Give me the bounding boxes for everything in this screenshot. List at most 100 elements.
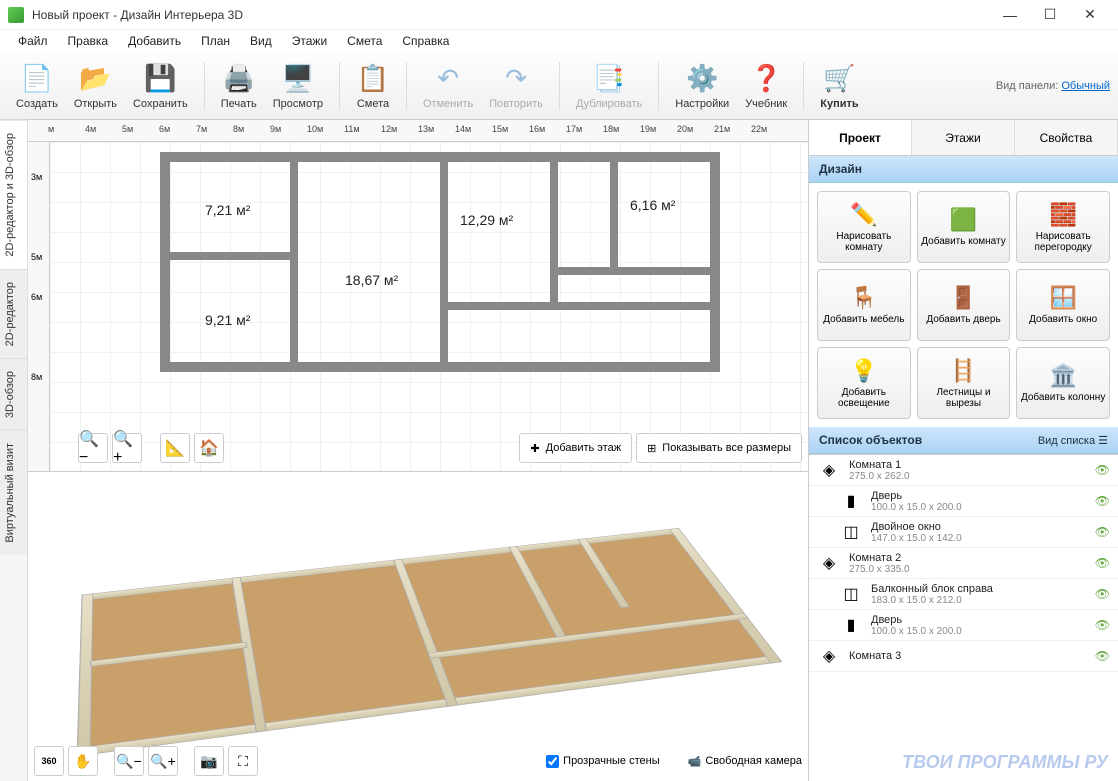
canvas-2d[interactable]: 7,21 м² 18,67 м² 12,29 м² 6,16 м² 9,21 м… xyxy=(50,142,808,471)
stairs-icon: 🪜 xyxy=(950,358,977,384)
zoom-in-3d-button[interactable]: 🔍+ xyxy=(148,746,178,776)
tutorial-button[interactable]: ❓Учебник xyxy=(737,60,795,112)
buy-button[interactable]: 🛒Купить xyxy=(812,60,866,112)
cart-icon: 🛒 xyxy=(822,62,856,96)
add-floor-button[interactable]: ✚Добавить этаж xyxy=(519,433,632,463)
rotate-360-button[interactable]: 360 xyxy=(34,746,64,776)
object-icon: ◈ xyxy=(817,644,841,668)
list-item[interactable]: ◫Балконный блок справа183.0 x 15.0 x 212… xyxy=(809,579,1118,610)
object-list[interactable]: ◈Комната 1275.0 x 262.0👁▮Дверь100.0 x 15… xyxy=(809,454,1118,781)
visibility-icon[interactable]: 👁 xyxy=(1095,618,1110,632)
panel-mode: Вид панели: Обычный xyxy=(996,80,1110,92)
print-button[interactable]: 🖨️Печать xyxy=(213,60,265,112)
pan-button[interactable]: ✋ xyxy=(68,746,98,776)
list-item[interactable]: ◈Комната 3👁 xyxy=(809,641,1118,672)
print-icon: 🖨️ xyxy=(222,62,256,96)
visibility-icon[interactable]: 👁 xyxy=(1095,556,1110,570)
stairs-button[interactable]: 🪜Лестницы и вырезы xyxy=(917,347,1011,419)
menu-floors[interactable]: Этажи xyxy=(282,32,337,50)
minimize-button[interactable]: — xyxy=(990,1,1030,29)
vtab-virtual[interactable]: Виртуальный визит xyxy=(0,430,27,555)
add-room-button[interactable]: 🟩Добавить комнату xyxy=(917,191,1011,263)
object-icon: ◈ xyxy=(817,458,841,482)
object-name: Дверь xyxy=(871,614,1087,626)
canvas-3d[interactable]: 360 ✋ 🔍− 🔍+ 📷 ⛶ Прозрачные стены 📹 Свобо… xyxy=(28,471,808,781)
document-icon: 📄 xyxy=(20,62,54,96)
add-square-icon: 🟩 xyxy=(950,207,977,233)
menu-add[interactable]: Добавить xyxy=(118,32,191,50)
tab-project[interactable]: Проект xyxy=(809,120,912,155)
list-item[interactable]: ◈Комната 1275.0 x 262.0👁 xyxy=(809,455,1118,486)
preview-button[interactable]: 🖥️Просмотр xyxy=(265,60,331,112)
visibility-icon[interactable]: 👁 xyxy=(1095,494,1110,508)
show-dimensions-button[interactable]: ⊞Показывать все размеры xyxy=(636,433,802,463)
vtab-2d-3d[interactable]: 2D-редактор и 3D-обзор xyxy=(0,120,27,269)
menu-estimate[interactable]: Смета xyxy=(337,32,392,50)
visibility-icon[interactable]: 👁 xyxy=(1095,649,1110,663)
fullscreen-button[interactable]: ⛶ xyxy=(228,746,258,776)
close-button[interactable]: ✕ xyxy=(1070,1,1110,29)
save-button[interactable]: 💾Сохранить xyxy=(125,60,196,112)
settings-button[interactable]: ⚙️Настройки xyxy=(667,60,737,112)
toolbar: 📄Создать 📂Открыть 💾Сохранить 🖨️Печать 🖥️… xyxy=(0,52,1118,120)
menu-view[interactable]: Вид xyxy=(240,32,282,50)
zoom-out-3d-button[interactable]: 🔍− xyxy=(114,746,144,776)
add-door-button[interactable]: 🚪Добавить дверь xyxy=(917,269,1011,341)
tab-floors[interactable]: Этажи xyxy=(912,120,1015,155)
tab-properties[interactable]: Свойства xyxy=(1015,120,1118,155)
save-icon: 💾 xyxy=(143,62,177,96)
add-window-button[interactable]: 🪟Добавить окно xyxy=(1016,269,1110,341)
pencil-icon: ✏️ xyxy=(850,202,877,228)
object-icon: ▮ xyxy=(839,613,863,637)
list-item[interactable]: ▮Дверь100.0 x 15.0 x 200.0👁 xyxy=(809,486,1118,517)
camera-button[interactable]: 📷 xyxy=(194,746,224,776)
list-item[interactable]: ▮Дверь100.0 x 15.0 x 200.0👁 xyxy=(809,610,1118,641)
open-button[interactable]: 📂Открыть xyxy=(66,60,125,112)
visibility-icon[interactable]: 👁 xyxy=(1095,525,1110,539)
vtab-3d[interactable]: 3D-обзор xyxy=(0,358,27,430)
bulb-icon: 💡 xyxy=(850,358,877,384)
design-grid: ✏️Нарисовать комнату 🟩Добавить комнату 🧱… xyxy=(809,183,1118,427)
add-column-button[interactable]: 🏛️Добавить колонну xyxy=(1016,347,1110,419)
home-button[interactable]: 🏠 xyxy=(194,433,224,463)
list-item[interactable]: ◫Двойное окно147.0 x 15.0 x 142.0👁 xyxy=(809,517,1118,548)
add-furniture-button[interactable]: 🪑Добавить мебель xyxy=(817,269,911,341)
visibility-icon[interactable]: 👁 xyxy=(1095,463,1110,477)
draw-room-button[interactable]: ✏️Нарисовать комнату xyxy=(817,191,911,263)
redo-button[interactable]: ↷Повторить xyxy=(481,60,551,112)
maximize-button[interactable]: ☐ xyxy=(1030,1,1070,29)
room-area-4: 6,16 м² xyxy=(630,197,675,213)
room-area-1: 7,21 м² xyxy=(205,202,250,218)
plan-toolbar: 🔍− 🔍+ 📐 🏠 ✚Добавить этаж ⊞Показывать все… xyxy=(72,431,808,465)
panel-mode-link[interactable]: Обычный xyxy=(1061,80,1110,92)
free-camera-checkbox[interactable]: 📹 Свободная камера xyxy=(688,755,802,768)
section-design: Дизайн xyxy=(809,156,1118,183)
create-button[interactable]: 📄Создать xyxy=(8,60,66,112)
add-light-button[interactable]: 💡Добавить освещение xyxy=(817,347,911,419)
draw-wall-button[interactable]: 🧱Нарисовать перегородку xyxy=(1016,191,1110,263)
menu-help[interactable]: Справка xyxy=(392,32,459,50)
list-item[interactable]: ◈Комната 2275.0 x 335.0👁 xyxy=(809,548,1118,579)
folder-icon: 📂 xyxy=(78,62,112,96)
menu-plan[interactable]: План xyxy=(191,32,240,50)
object-name: Дверь xyxy=(871,490,1087,502)
list-mode-icon[interactable]: ☰ xyxy=(1098,435,1108,447)
vtab-2d[interactable]: 2D-редактор xyxy=(0,269,27,358)
object-icon: ▮ xyxy=(839,489,863,513)
menu-edit[interactable]: Правка xyxy=(58,32,119,50)
zoom-out-button[interactable]: 🔍− xyxy=(78,433,108,463)
visibility-icon[interactable]: 👁 xyxy=(1095,587,1110,601)
help-icon: ❓ xyxy=(749,62,783,96)
measure-button[interactable]: 📐 xyxy=(160,433,190,463)
duplicate-button[interactable]: 📑Дублировать xyxy=(568,60,650,112)
window-icon: 🪟 xyxy=(1049,285,1076,311)
object-icon: ◈ xyxy=(817,551,841,575)
menu-file[interactable]: Файл xyxy=(8,32,58,50)
zoom-in-button[interactable]: 🔍+ xyxy=(112,433,142,463)
object-icon: ◫ xyxy=(839,582,863,606)
estimate-button[interactable]: 📋Смета xyxy=(348,60,398,112)
undo-button[interactable]: ↶Отменить xyxy=(415,60,481,112)
menubar: Файл Правка Добавить План Вид Этажи Смет… xyxy=(0,30,1118,52)
transparent-walls-checkbox[interactable]: Прозрачные стены xyxy=(546,755,659,768)
view3d-toolbar: 360 ✋ 🔍− 🔍+ 📷 ⛶ Прозрачные стены 📹 Свобо… xyxy=(34,745,802,777)
